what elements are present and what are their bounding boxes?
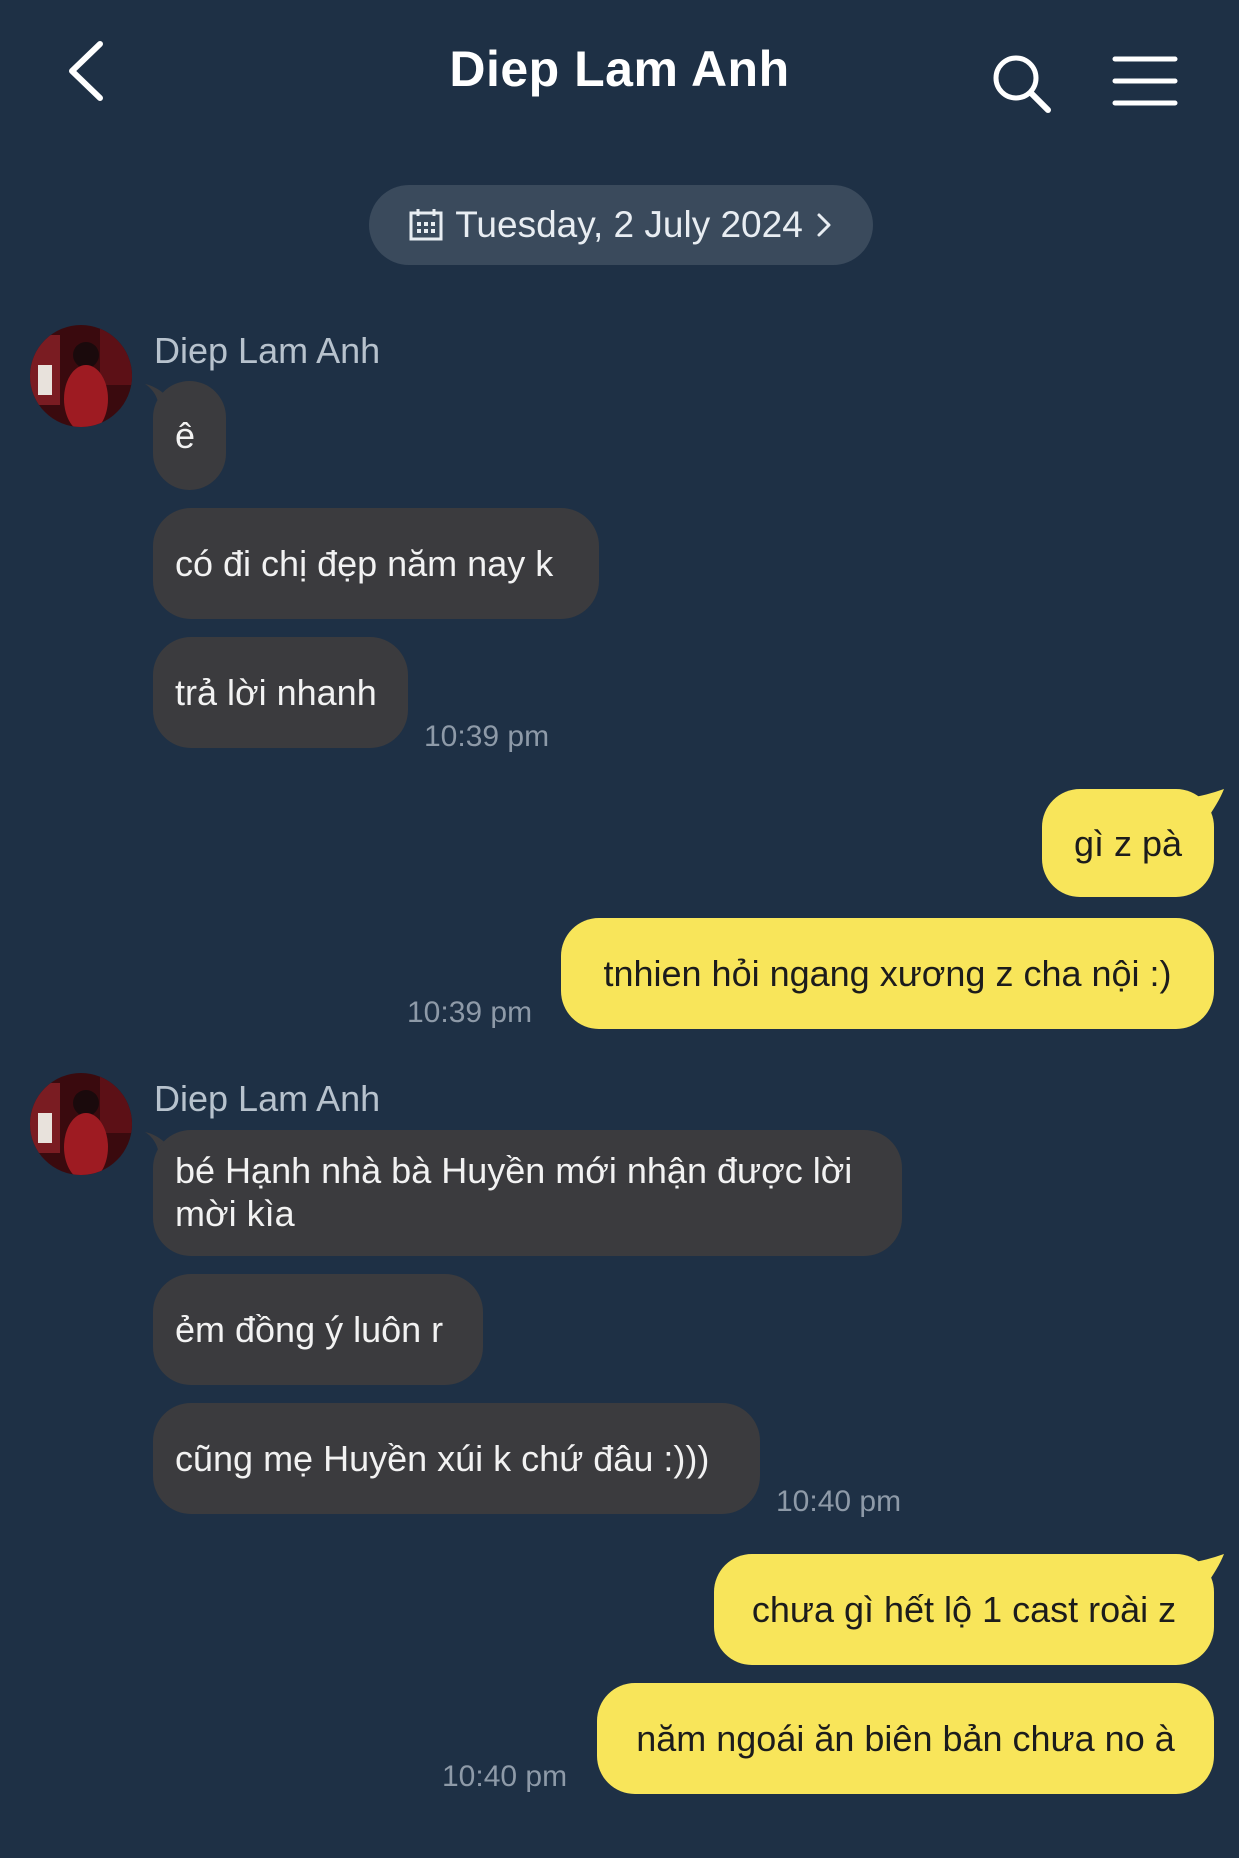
chevron-right-icon <box>817 213 831 237</box>
sender-name: Diep Lam Anh <box>154 1078 381 1119</box>
avatar[interactable] <box>30 1073 132 1175</box>
message-bubble[interactable]: chưa gì hết lộ 1 cast roài z <box>714 1554 1214 1665</box>
message-bubble[interactable]: có đi chị đẹp năm nay k <box>153 508 599 619</box>
message-bubble[interactable]: ẻm đồng ý luôn r <box>153 1274 483 1385</box>
sender-name: Diep Lam Anh <box>154 330 381 371</box>
date-label: Tuesday, 2 July 2024 <box>455 204 803 245</box>
chat-header: Diep Lam Anh <box>0 0 1239 150</box>
message-bubble[interactable]: bé Hạnh nhà bà Huyền mới nhận được lời m… <box>153 1130 902 1256</box>
message-time: 10:40 pm <box>442 1760 568 1793</box>
search-icon <box>993 55 1051 113</box>
message-bubble[interactable]: năm ngoái ăn biên bản chưa no à <box>597 1683 1214 1794</box>
calendar-icon <box>409 209 443 241</box>
message-bubble[interactable]: trả lời nhanh <box>153 637 408 748</box>
menu-button[interactable] <box>1112 54 1178 108</box>
message-bubble[interactable]: gì z pà <box>1042 789 1214 897</box>
message-time: 10:40 pm <box>776 1485 902 1518</box>
message-bubble[interactable]: tnhien hỏi ngang xương z cha nội :) <box>561 918 1214 1029</box>
date-separator[interactable]: Tuesday, 2 July 2024 <box>369 185 873 265</box>
search-button[interactable] <box>990 52 1054 116</box>
avatar[interactable] <box>30 325 132 427</box>
message-bubble[interactable]: cũng mẹ Huyền xúi k chứ đâu :))) <box>153 1403 760 1514</box>
message-bubble[interactable]: ê <box>153 381 226 490</box>
message-time: 10:39 pm <box>424 720 550 753</box>
message-time: 10:39 pm <box>407 996 533 1029</box>
menu-icon <box>1112 56 1178 106</box>
